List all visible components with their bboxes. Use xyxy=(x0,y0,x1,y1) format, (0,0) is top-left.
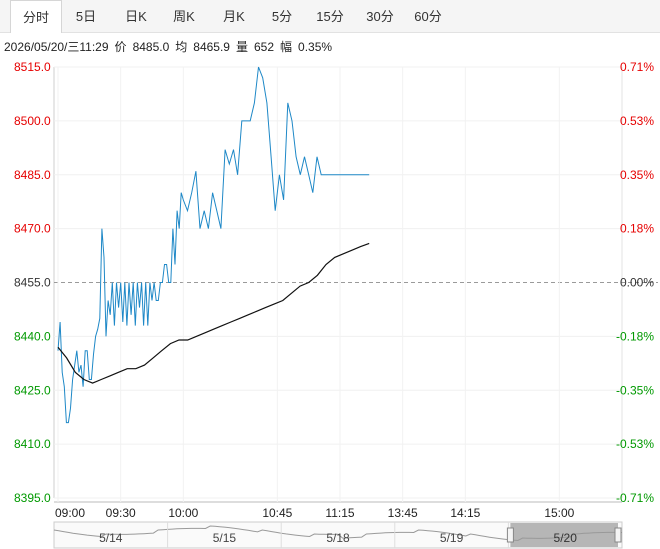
y-pct-tick-label: -0.35% xyxy=(616,383,654,397)
x-tick-label: 10:45 xyxy=(262,506,292,520)
y-pct-tick-label: -0.53% xyxy=(616,437,654,451)
y-tick-label: 8500.0 xyxy=(14,114,51,128)
x-tick-label: 11:15 xyxy=(325,506,354,520)
y-pct-tick-label: -0.71% xyxy=(616,491,654,505)
y-tick-label: 8425.0 xyxy=(14,383,51,397)
navigator-date-label: 5/18 xyxy=(326,531,350,545)
y-pct-tick-label: -0.18% xyxy=(616,329,654,343)
y-tick-label: 8485.0 xyxy=(14,168,51,182)
y-pct-tick-label: 0.35% xyxy=(620,168,654,182)
x-tick-label: 09:00 xyxy=(55,506,85,520)
price-line xyxy=(57,66,370,424)
y-pct-tick-label: 0.00% xyxy=(620,276,654,290)
y-pct-tick-label: 0.71% xyxy=(620,60,654,74)
x-tick-label: 14:15 xyxy=(450,506,480,520)
y-tick-label: 8515.0 xyxy=(14,60,51,74)
x-tick-label: 09:30 xyxy=(106,506,136,520)
x-tick-label: 13:45 xyxy=(388,506,418,520)
navigator-handle xyxy=(614,527,622,543)
y-tick-label: 8440.0 xyxy=(14,329,51,343)
y-tick-label: 8470.0 xyxy=(14,222,51,236)
y-tick-label: 8395.0 xyxy=(14,491,51,505)
x-tick-label: 10:00 xyxy=(168,506,198,520)
navigator-date-label: 5/20 xyxy=(554,531,578,545)
navigator-date-label: 5/14 xyxy=(99,531,123,545)
x-tick-label: 15:00 xyxy=(544,506,574,520)
y-pct-tick-label: 0.53% xyxy=(620,114,654,128)
intraday-chart[interactable]: 8515.0 0.71% 8500.0 0.53% 8485.0 0.35% 8470.0 0… xyxy=(0,0,660,549)
average-price-line xyxy=(57,242,370,384)
navigator-date-label: 5/15 xyxy=(213,531,237,545)
navigator-handle xyxy=(506,527,514,543)
y-tick-label: 8455.0 xyxy=(14,276,51,290)
y-pct-tick-label: 0.18% xyxy=(620,222,654,236)
y-tick-label: 8410.0 xyxy=(14,437,51,451)
navigator-date-label: 5/19 xyxy=(440,531,464,545)
